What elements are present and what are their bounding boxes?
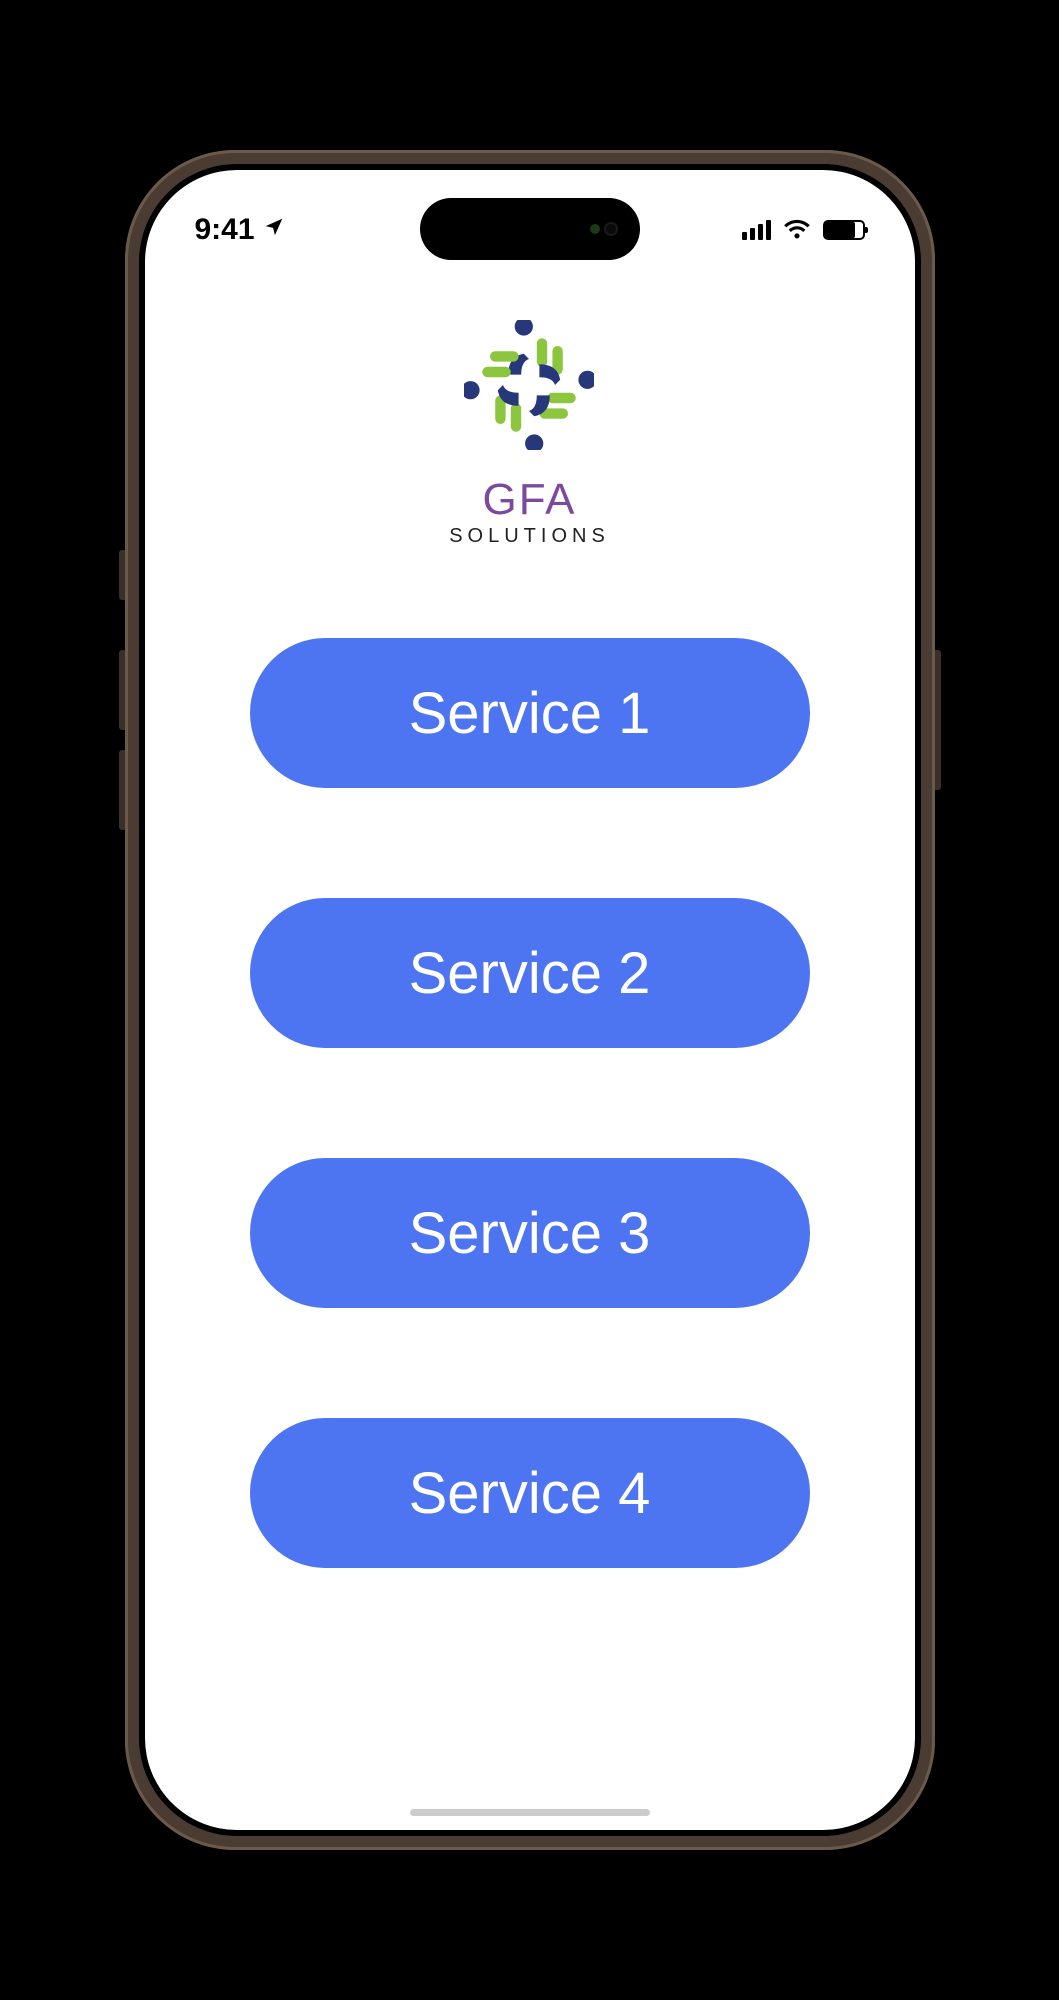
service-button-label: Service 4 (409, 1460, 651, 1527)
dynamic-island (420, 198, 640, 260)
phone-screen: 9:41 (145, 170, 915, 1830)
service-4-button[interactable]: Service 4 (250, 1418, 810, 1568)
volume-up-button (119, 650, 125, 730)
service-button-label: Service 1 (409, 680, 651, 747)
status-bar-left: 9:41 (195, 213, 285, 247)
proximity-sensor-icon (590, 224, 600, 234)
wifi-icon (783, 217, 811, 244)
brand-block: GFA SOLUTIONS (449, 320, 610, 548)
brand-subtitle: SOLUTIONS (449, 525, 610, 548)
main-content: GFA SOLUTIONS Service 1 Service 2 Servic… (145, 270, 915, 1830)
volume-down-button (119, 750, 125, 830)
status-bar-right (742, 217, 865, 244)
gfa-logo-icon (464, 320, 594, 455)
service-button-label: Service 2 (409, 940, 651, 1007)
phone-device-frame: 9:41 (125, 150, 935, 1850)
location-arrow-icon (263, 216, 285, 245)
service-1-button[interactable]: Service 1 (250, 638, 810, 788)
status-time: 9:41 (195, 213, 255, 247)
power-button (935, 650, 941, 790)
service-button-label: Service 3 (409, 1200, 651, 1267)
phone-bezel: 9:41 (139, 164, 921, 1836)
cellular-signal-icon (742, 220, 771, 240)
brand-text: GFA SOLUTIONS (449, 475, 610, 548)
service-button-list: Service 1 Service 2 Service 3 Service 4 (145, 638, 915, 1568)
service-3-button[interactable]: Service 3 (250, 1158, 810, 1308)
brand-name: GFA (449, 475, 610, 525)
battery-icon (823, 220, 865, 240)
home-indicator[interactable] (410, 1809, 650, 1816)
mute-switch (119, 550, 125, 600)
service-2-button[interactable]: Service 2 (250, 898, 810, 1048)
front-camera-icon (604, 222, 618, 236)
